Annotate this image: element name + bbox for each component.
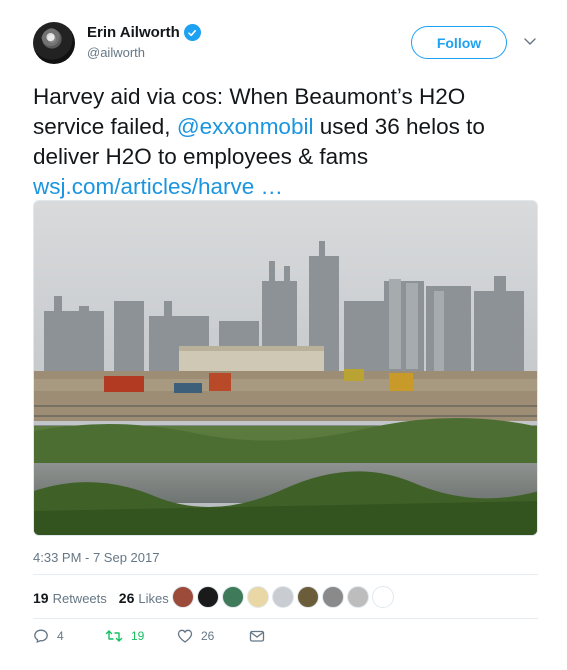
tweet-actions: 4 19 26 <box>33 628 321 644</box>
author-handle[interactable]: @ailworth <box>87 45 201 60</box>
retweet-button[interactable]: 19 <box>105 628 177 644</box>
retweets-count: 19 <box>33 590 49 606</box>
tweet-timestamp[interactable]: 4:33 PM - 7 Sep 2017 <box>33 550 159 565</box>
chevron-down-icon[interactable] <box>523 34 537 48</box>
likes-count: 26 <box>118 590 135 606</box>
verified-badge-icon <box>183 24 201 41</box>
refinery-flood-photo <box>34 201 537 535</box>
envelope-icon <box>249 630 265 642</box>
author-avatar[interactable] <box>33 22 75 64</box>
divider <box>33 618 538 619</box>
liker-avatar[interactable] <box>372 586 394 608</box>
tweet-text: Harvey aid via cos: When Beaumont’s H2O … <box>33 82 538 202</box>
follow-button[interactable]: Follow <box>411 26 507 59</box>
liker-avatar[interactable] <box>222 586 244 608</box>
tweet-photo[interactable] <box>33 200 538 536</box>
reply-count: 4 <box>57 629 64 643</box>
liker-avatar[interactable] <box>297 586 319 608</box>
likes-label: Likes <box>138 591 169 606</box>
like-button[interactable]: 26 <box>177 628 249 644</box>
liker-avatar[interactable] <box>172 586 194 608</box>
divider <box>33 574 538 575</box>
liker-avatars <box>172 586 394 608</box>
liker-avatar[interactable] <box>272 586 294 608</box>
reply-icon <box>34 629 48 644</box>
heart-icon <box>177 629 193 643</box>
liker-avatar[interactable] <box>247 586 269 608</box>
author-display-name-text[interactable]: Erin Ailworth <box>87 24 180 41</box>
liker-avatar[interactable] <box>197 586 219 608</box>
direct-message-button[interactable] <box>249 628 321 644</box>
engagement-stats: 19 Retweets 26 Likes <box>33 586 181 610</box>
liker-avatar[interactable] <box>347 586 369 608</box>
article-link[interactable]: wsj.com/articles/harve … <box>33 174 283 199</box>
tweet-header: Erin Ailworth @ailworth Follow <box>33 20 543 70</box>
like-count: 26 <box>201 629 215 643</box>
author-name-block[interactable]: Erin Ailworth @ailworth <box>87 24 201 60</box>
liker-avatar[interactable] <box>322 586 344 608</box>
reply-button[interactable]: 4 <box>33 628 105 644</box>
retweets-label: Retweets <box>52 591 107 606</box>
retweet-icon <box>105 630 123 642</box>
retweet-count: 19 <box>131 629 145 643</box>
author-display-name[interactable]: Erin Ailworth <box>87 24 201 41</box>
retweets-stat[interactable]: 19 Retweets <box>33 590 107 606</box>
likes-stat[interactable]: 26 Likes <box>119 590 169 606</box>
mention-link[interactable]: @exxonmobil <box>177 114 314 139</box>
